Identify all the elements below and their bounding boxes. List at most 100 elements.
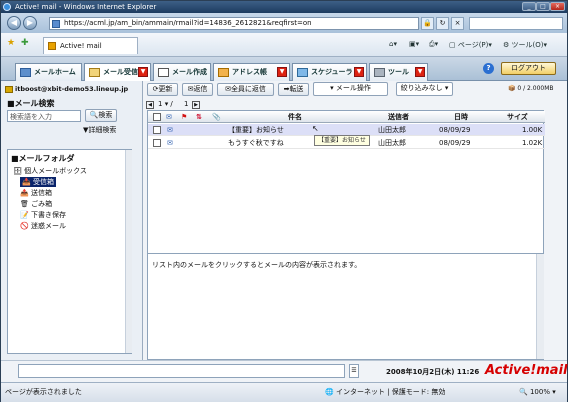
left-pane: itboost@xbit-demo53.lineup.jp ■メール検索 検索語…	[1, 81, 143, 374]
subject-tooltip: 【重要】お知らせ	[314, 135, 370, 146]
folder-spam[interactable]: 🚫 迷惑メール	[20, 221, 66, 231]
maximize-button[interactable]: □	[536, 2, 550, 11]
message-size: 1.02K	[522, 139, 543, 147]
reply-button[interactable]: ✉返信	[182, 83, 213, 96]
column-date[interactable]: 日時	[454, 111, 494, 123]
refresh-button[interactable]: ⟳更新	[147, 83, 178, 96]
column-size[interactable]: サイズ	[507, 111, 547, 123]
ie-logo-icon	[3, 3, 11, 11]
account-icon	[5, 86, 13, 93]
tab-tools[interactable]: ツール ▼	[369, 63, 428, 81]
message-date: 08/09/29	[439, 139, 471, 147]
site-icon	[48, 42, 56, 50]
folder-panel: ■メールフォルダ 🗄 個人メールボックス 📥 受信箱 📤 送信箱 🗑 ごみ箱 📝…	[7, 149, 132, 354]
status-text: ページが表示されました	[5, 388, 82, 396]
active-mail-logo: Active!mail	[485, 363, 568, 378]
flag-icon[interactable]: ⚑	[181, 111, 191, 123]
folder-trash[interactable]: 🗑 ごみ箱	[20, 199, 52, 209]
add-favorites-icon[interactable]: ✚	[21, 38, 29, 48]
row-checkbox[interactable]	[153, 139, 161, 147]
zoom-control[interactable]: 🔍 100% ▾	[519, 383, 556, 401]
refresh-icon[interactable]: ↻	[436, 17, 449, 30]
window-title: Active! mail - Windows Internet Explorer	[15, 3, 157, 11]
dropdown-marker-icon[interactable]: ▼	[277, 67, 287, 77]
active-mail-app: メールホーム メール受信 ▼ メール作成 アドレス帳 ▼ スケジューラ ▼ ツー…	[1, 57, 568, 382]
filter-select[interactable]: 絞り込みなし ▾	[396, 82, 453, 96]
logout-button[interactable]: ログアウト	[501, 62, 556, 75]
preview-placeholder: リスト内のメールをクリックするとメールの内容が表示されます。	[152, 261, 362, 269]
dropdown-marker-icon[interactable]: ▼	[354, 67, 364, 77]
lock-icon[interactable]: 🔒	[421, 17, 434, 30]
right-pane: ⟳更新 ✉返信 ✉全員に返信 ➡転送 ▾ メール操作 絞り込みなし ▾ 📦 0 …	[144, 81, 567, 360]
mail-unread-icon: ✉	[167, 139, 173, 147]
folder-drafts[interactable]: 📝 下書き保存	[20, 210, 66, 220]
ie-toolbar: ★ ✚ Active! mail ⌂▾ ▣▾ ⎙▾ ▢ ページ(P)▾ ⚙ ツー…	[1, 33, 567, 57]
browser-status-bar: ページが表示されました 🌐 インターネット | 保護モード: 無効 🔍 100%…	[1, 382, 567, 402]
mail-unread-icon: ✉	[167, 126, 173, 134]
close-button[interactable]: ×	[550, 2, 565, 11]
forward-button[interactable]: ▶	[23, 16, 37, 30]
address-book-icon	[218, 68, 229, 77]
attachment-icon[interactable]: 📎	[212, 111, 224, 123]
browser-window: Active! mail - Windows Internet Explorer…	[0, 0, 568, 402]
home-mail-icon	[20, 68, 31, 77]
tab-mail-home[interactable]: メールホーム	[15, 63, 82, 81]
inbox-icon	[89, 68, 100, 77]
tab-mail-compose[interactable]: メール作成	[153, 63, 211, 81]
folder-inbox[interactable]: 📥 受信箱	[20, 177, 56, 187]
column-from[interactable]: 送信者	[388, 111, 428, 123]
quota-text: 📦 0 / 2.000MB	[508, 85, 554, 92]
stop-icon[interactable]: ×	[451, 17, 464, 30]
tab-mail-receive[interactable]: メール受信 ▼	[84, 63, 151, 81]
back-button[interactable]: ◀	[7, 16, 21, 30]
prev-page-icon[interactable]: ◀	[146, 101, 154, 109]
calendar-icon	[297, 68, 308, 77]
tab-address-book[interactable]: アドレス帳 ▼	[213, 63, 290, 81]
forward-button[interactable]: ➡転送	[278, 83, 309, 96]
preview-pane: リスト内のメールをクリックするとメールの内容が表示されます。	[147, 253, 544, 360]
dropdown-marker-icon[interactable]: ▼	[415, 67, 425, 77]
select-all-checkbox[interactable]	[153, 113, 161, 121]
mailbox-root[interactable]: 🗄 個人メールボックス	[13, 166, 87, 176]
address-bar: ◀ ▶ https://acml.jp/am_bin/ammain/rmail?…	[1, 13, 567, 33]
url-field[interactable]: https://acml.jp/am_bin/ammain/rmail?id=1…	[49, 17, 419, 30]
app-footer: ☰ 2008年10月2日(木) 11:26 Active!mail	[1, 360, 568, 382]
list-header: ✉ ⚑ ⇅ 📎 件名 送信者 日時 サイズ	[148, 111, 545, 123]
tools-menu[interactable]: ⚙ ツール(O)▾	[503, 40, 547, 50]
favorites-star-icon[interactable]: ★	[7, 38, 15, 48]
notice-list-icon[interactable]: ☰	[349, 364, 359, 378]
minimize-button[interactable]: _	[522, 2, 536, 11]
home-icon[interactable]: ⌂▾	[389, 40, 397, 48]
feeds-icon[interactable]: ▣▾	[409, 40, 419, 48]
compose-icon	[158, 68, 169, 77]
help-icon[interactable]: ?	[483, 63, 494, 74]
print-icon[interactable]: ⎙▾	[429, 40, 438, 49]
search-heading: ■メール検索	[7, 99, 55, 108]
page-select[interactable]: 1 ▾ /	[158, 100, 173, 108]
reply-status-icon[interactable]: ✉	[166, 111, 178, 123]
tools-icon	[374, 68, 385, 77]
column-subject[interactable]: 件名	[288, 111, 328, 123]
folder-scrollbar[interactable]	[125, 150, 132, 353]
notice-field[interactable]	[18, 364, 345, 378]
mail-ops-dropdown[interactable]: ▾ メール操作	[313, 82, 388, 96]
advanced-search-link[interactable]: ▼詳細検索	[83, 125, 116, 135]
message-date: 08/09/29	[439, 126, 471, 134]
folder-sent[interactable]: 📤 送信箱	[20, 188, 52, 198]
reply-all-button[interactable]: ✉全員に返信	[217, 83, 274, 96]
search-box[interactable]	[469, 17, 563, 30]
message-from: 山田太郎	[378, 126, 406, 134]
tab-active-mail[interactable]: Active! mail	[43, 37, 138, 54]
security-zone: 🌐 インターネット | 保護モード: 無効	[325, 388, 446, 396]
search-input[interactable]: 検索語を入力	[7, 110, 81, 122]
folder-heading: ■メールフォルダ	[11, 154, 75, 163]
row-checkbox[interactable]	[153, 126, 161, 134]
page-menu[interactable]: ▢ ページ(P)▾	[449, 40, 492, 50]
dropdown-marker-icon[interactable]: ▼	[138, 67, 148, 77]
preview-scrollbar[interactable]	[536, 254, 544, 359]
priority-icon[interactable]: ⇅	[196, 111, 208, 123]
tab-scheduler[interactable]: スケジューラ ▼	[292, 63, 367, 81]
search-button[interactable]: 🔍検索	[85, 109, 117, 122]
next-page-icon[interactable]: ▶	[192, 101, 200, 109]
mouse-cursor-icon: ↖	[312, 124, 319, 133]
